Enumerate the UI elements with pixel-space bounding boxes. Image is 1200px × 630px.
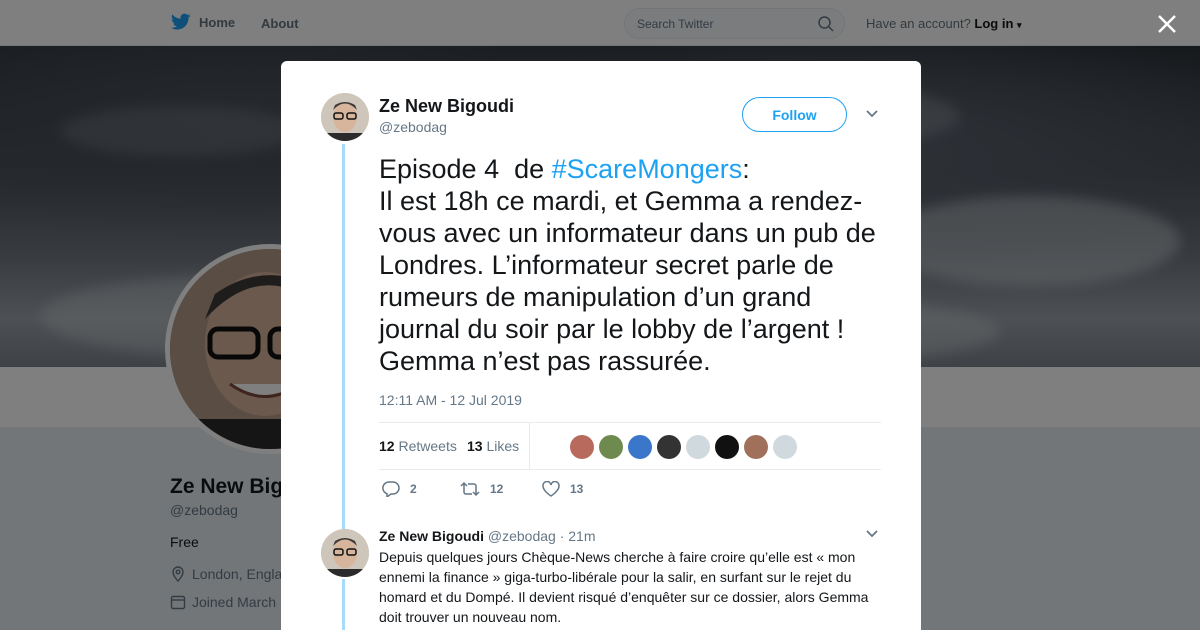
likes-stat[interactable]: 13 Likes — [467, 438, 519, 454]
follow-button[interactable]: Follow — [742, 97, 847, 132]
reply-button[interactable]: 2 — [382, 481, 417, 497]
avatar-photo — [321, 529, 369, 577]
liker-avatar[interactable] — [599, 435, 623, 459]
liker-avatar[interactable] — [628, 435, 652, 459]
liker-avatar[interactable] — [744, 435, 768, 459]
liker-avatar[interactable] — [715, 435, 739, 459]
heart-icon — [542, 481, 560, 497]
retweets-stat[interactable]: 12 Retweets — [379, 438, 457, 454]
tweet-author-name[interactable]: Ze New Bigoudi — [379, 96, 514, 117]
tweet-text: Episode 4 de #ScareMongers: Il est 18h c… — [379, 154, 876, 376]
liker-avatar[interactable] — [773, 435, 797, 459]
likers-avatars — [570, 435, 797, 459]
hashtag-link[interactable]: #ScareMongers — [552, 154, 743, 184]
reply-header: Ze New Bigoudi @zebodag · 21m — [379, 528, 596, 544]
tweet-modal: Ze New Bigoudi @zebodag Follow Episode 4… — [281, 61, 921, 630]
liker-avatar[interactable] — [657, 435, 681, 459]
reply-author-handle[interactable]: @zebodag — [488, 528, 556, 544]
retweet-button[interactable]: 12 — [460, 481, 503, 497]
avatar-photo — [321, 93, 369, 141]
reply-author-name[interactable]: Ze New Bigoudi — [379, 528, 484, 544]
like-button[interactable]: 13 — [542, 481, 583, 497]
liker-avatar[interactable] — [570, 435, 594, 459]
tweet-author-avatar[interactable] — [321, 93, 369, 141]
thread-line — [342, 579, 345, 630]
tweet-actions: 2 12 13 — [382, 481, 682, 503]
tweet-author-handle[interactable]: @zebodag — [379, 119, 447, 135]
close-icon[interactable] — [1155, 12, 1179, 36]
like-count: 13 — [570, 482, 584, 496]
tweet-stats: 12 Retweets 13 Likes — [379, 422, 881, 470]
thread-line — [342, 144, 345, 564]
reply-icon — [382, 481, 400, 497]
reply-author-avatar[interactable] — [321, 529, 369, 577]
retweet-icon — [460, 481, 480, 497]
tweet-timestamp[interactable]: 12:11 AM - 12 Jul 2019 — [379, 392, 522, 408]
liker-avatar[interactable] — [686, 435, 710, 459]
reply-time[interactable]: · 21m — [560, 528, 596, 544]
reply-text: Depuis quelques jours Chèque-News cherch… — [379, 549, 869, 625]
retweet-count: 12 — [490, 482, 504, 496]
chevron-down-icon[interactable] — [865, 529, 879, 539]
reply-count: 2 — [410, 482, 417, 496]
stats-divider — [529, 423, 530, 469]
chevron-down-icon[interactable] — [865, 109, 879, 119]
